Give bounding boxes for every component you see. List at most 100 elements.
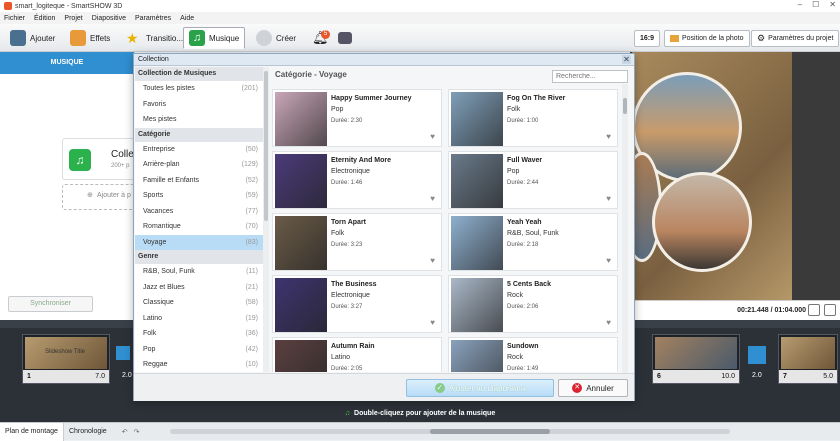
cancel-button[interactable]: ✕ Annuler [558,379,628,397]
track-grid-scrollbar[interactable] [622,84,628,374]
menu-slide[interactable]: Diapositive [92,15,126,22]
category-item[interactable]: Toutes les pistes (201) [135,81,263,97]
window-title: smart_logiteque - SmartSHOW 3D [15,2,123,10]
track-card[interactable]: The Business Electronique Durée: 3:27 ♥ [272,275,442,333]
aspect-ratio-button[interactable]: 16:9 [634,30,661,47]
category-item[interactable]: Jazz et Blues (21) [135,280,263,296]
category-item[interactable]: Pop (42) [135,342,263,358]
transitions-button[interactable]: ★ Transitio... [120,27,189,49]
add-button[interactable]: Ajouter [4,27,61,49]
dialog-title: Collection [138,56,169,63]
favorite-heart-icon[interactable]: ♥ [430,132,435,141]
close-icon[interactable]: ✕ [829,0,836,9]
favorite-heart-icon[interactable]: ♥ [606,132,611,141]
minimize-icon[interactable]: – [798,0,802,9]
track-name: Fog On The River [507,95,566,102]
track-duration: Durée: 1:49 [507,366,539,372]
menu-project[interactable]: Projet [64,15,82,22]
category-item[interactable]: Folk (36) [135,326,263,342]
slide-number: 6 [657,373,661,380]
slide-thumbnail[interactable]: Slideshow Title 1 7.0 [22,334,110,384]
category-item[interactable]: Romantique (70) [135,219,263,235]
add-to-slideshow-button[interactable]: ✓ Ajouter au diaporama [406,379,554,397]
category-item[interactable]: Latino (19) [135,311,263,327]
title-bar: smart_logiteque - SmartSHOW 3D – ☐ ✕ [0,0,840,12]
add-music-area[interactable]: ⊕ Ajouter à p [62,184,135,210]
category-item[interactable]: Mes pistes [135,112,263,128]
track-name: The Business [331,281,377,288]
slide-thumbnail[interactable]: 6 10.0 [652,334,740,384]
track-card[interactable]: Happy Summer Journey Pop Durée: 2:30 ♥ [272,89,442,147]
category-item[interactable]: Reggae (10) [135,357,263,372]
slide-duration: 5.0 [823,373,833,380]
category-item[interactable]: Arrière-plan (129) [135,157,263,173]
menu-file[interactable]: Fichier [4,15,25,22]
transition-thumbnail[interactable] [748,346,766,364]
undo-icon[interactable]: ↶ [122,428,128,436]
category-item-selected[interactable]: Voyage (83) [135,234,263,250]
maximize-icon[interactable]: ☐ [812,0,819,9]
share-button[interactable] [332,27,358,49]
track-card[interactable]: Fog On The River Folk Durée: 1:00 ♥ [448,89,618,147]
track-genre: Pop [331,106,344,113]
photo-position-button[interactable]: Position de la photo [664,30,750,47]
track-duration: Durée: 3:23 [331,242,363,248]
notifications-button[interactable]: 🔔︎ 5 [306,27,335,49]
favorite-heart-icon[interactable]: ♥ [606,256,611,265]
snapshot-icon[interactable] [808,304,820,316]
track-name: Eternity And More [331,157,392,164]
transition-thumbnail[interactable] [116,346,130,360]
category-item[interactable]: Famille et Enfants (52) [135,173,263,189]
category-item[interactable]: R&B, Soul, Funk (11) [135,264,263,280]
track-card[interactable]: Full Waver Pop Durée: 2:44 ♥ [448,151,618,209]
track-duration: Durée: 2:18 [507,242,539,248]
menu-settings[interactable]: Paramètres [135,15,171,22]
music-panel-tab[interactable]: MUSIQUE [0,52,134,74]
favorite-heart-icon[interactable]: ♥ [430,318,435,327]
track-card[interactable]: Torn Apart Folk Durée: 3:23 ♥ [272,213,442,271]
effects-button[interactable]: Effets [64,27,116,49]
favorite-heart-icon[interactable]: ♥ [606,194,611,203]
create-button[interactable]: Créer [250,27,302,49]
category-item[interactable]: Sports (59) [135,188,263,204]
redo-icon[interactable]: ↷ [134,428,140,436]
search-input[interactable] [552,70,628,83]
favorite-heart-icon[interactable]: ♥ [430,194,435,203]
slide-number: 7 [783,373,787,380]
slide-thumbnail[interactable]: 7 5.0 [778,334,838,384]
sync-button[interactable]: Synchroniser [8,296,93,312]
menu-edit[interactable]: Édition [34,15,55,22]
collection-card-title: Colle [111,149,134,160]
music-track-hint[interactable]: ♫ Double-cliquez pour ajouter de la musi… [0,404,840,422]
close-icon: ✕ [572,383,583,393]
music-tab-button[interactable]: ♫ Musique [183,27,246,49]
track-genre: Folk [331,230,345,237]
section-header: Genre [135,250,263,264]
tab-timeline[interactable]: Chronologie [64,423,112,441]
category-scrollbar[interactable] [263,67,269,372]
track-card[interactable]: Autumn RainLatinoDurée: 2:05♥ [272,337,442,372]
fullscreen-icon[interactable] [824,304,836,316]
track-card[interactable]: SundownRockDurée: 1:49♥ [448,337,618,372]
project-settings-button[interactable]: ⚙ Paramètres du projet [751,30,840,47]
track-name: 5 Cents Back [507,281,551,288]
category-item[interactable]: Classique (58) [135,295,263,311]
category-item[interactable]: Favoris [135,97,263,113]
category-item[interactable]: Vacances (77) [135,204,263,220]
timeline-scrollbar[interactable] [170,429,730,434]
slide-number: 1 [27,373,31,380]
app-icon [4,2,12,10]
category-item[interactable]: Entreprise (50) [135,142,263,158]
track-card[interactable]: Yeah Yeah R&B, Soul, Funk Durée: 2:18 ♥ [448,213,618,271]
track-card[interactable]: 5 Cents Back Rock Durée: 2:06 ♥ [448,275,618,333]
tab-storyboard[interactable]: Plan de montage [0,422,64,441]
collection-card[interactable]: ♫ Colle 200+ p [62,138,135,180]
track-cover [451,154,503,208]
track-name: Torn Apart [331,219,366,226]
track-duration: Durée: 1:00 [507,118,539,124]
track-card[interactable]: Eternity And More Electronique Durée: 1:46… [272,151,442,209]
menu-help[interactable]: Aide [180,15,194,22]
close-icon[interactable]: ✕ [622,55,631,64]
favorite-heart-icon[interactable]: ♥ [606,318,611,327]
favorite-heart-icon[interactable]: ♥ [430,256,435,265]
